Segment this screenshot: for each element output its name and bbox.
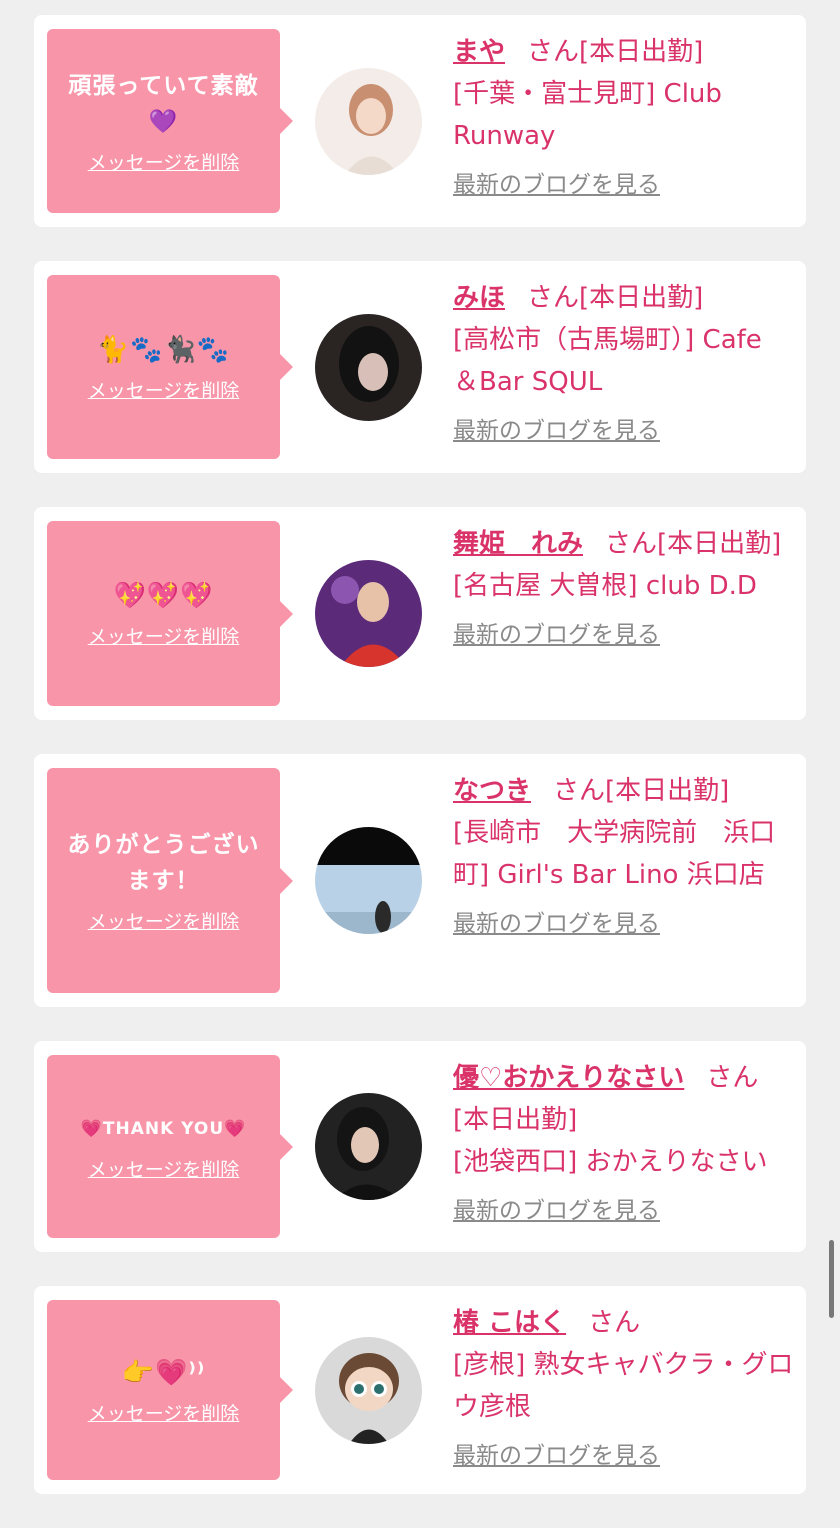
shop-text: [名古屋 大曽根] club D.D <box>453 571 757 601</box>
avatar[interactable] <box>315 827 422 934</box>
girl-info: まや さん[本日出勤] [千葉・富士見町] Club Runway 最新のブログを… <box>422 15 806 227</box>
shop-text: [高松市（古馬場町）] Cafe ＆Bar SQUL <box>453 325 762 397</box>
message-bubble: 頑張っていて素敵💜 メッセージを削除 <box>47 29 293 213</box>
shop-text: [千葉・富士見町] Club Runway <box>453 79 722 151</box>
message-bubble: ありがとうございます！ メッセージを削除 <box>47 768 293 993</box>
scrollbar[interactable] <box>829 1240 834 1318</box>
girl-name-link[interactable]: 椿 こはく <box>453 1308 566 1338</box>
girl-info: なつき さん[本日出勤] [長崎市 大学病院前 浜口町] Girl's Bar L… <box>422 754 806 1007</box>
san-label: さん <box>527 283 580 313</box>
shop-text: [長崎市 大学病院前 浜口町] Girl's Bar Lino 浜口店 <box>453 818 776 890</box>
girl-name-link[interactable]: みほ <box>453 283 505 313</box>
message-bubble-wrap: 💗THANK YOU💗 メッセージを削除 <box>47 1055 293 1238</box>
latest-blog-link[interactable]: 最新のブログを見る <box>453 413 794 449</box>
girl-card: 💗THANK YOU💗 メッセージを削除 優♡おかえりなさい さん [本日出勤] … <box>34 1041 806 1252</box>
delete-message-link[interactable]: メッセージを削除 <box>88 148 240 175</box>
girl-name-link[interactable]: 優♡おかえりなさい <box>453 1063 684 1093</box>
avatar[interactable] <box>315 1093 422 1200</box>
girl-info: みほ さん[本日出勤] [高松市（古馬場町）] Cafe ＆Bar SQUL 最新… <box>422 261 806 473</box>
message-bubble-wrap: 🐈🐾🐈‍⬛🐾 メッセージを削除 <box>47 275 293 459</box>
latest-blog-link[interactable]: 最新のブログを見る <box>453 167 794 203</box>
message-bubble: 💗THANK YOU💗 メッセージを削除 <box>47 1055 293 1238</box>
message-bubble-wrap: 💖💖💖 メッセージを削除 <box>47 521 293 706</box>
san-label: さん <box>553 776 606 806</box>
message-bubble: 💖💖💖 メッセージを削除 <box>47 521 293 706</box>
san-label: さん <box>527 37 580 67</box>
latest-blog-link[interactable]: 最新のブログを見る <box>453 617 794 653</box>
avatar[interactable] <box>315 560 422 667</box>
girl-card: 💖💖💖 メッセージを削除 舞姫 れみ さん[本日出勤] [名古屋 大曽根] clu… <box>34 507 806 720</box>
message-text: 💖💖💖 <box>113 581 214 611</box>
avatar-photo <box>315 67 422 175</box>
avatar-photo <box>315 560 422 667</box>
avatar[interactable] <box>315 313 422 421</box>
girl-info: 椿 こはく さん [彦根] 熟女キャバクラ・グロウ彦根 最新のブログを見る <box>422 1286 806 1494</box>
avatar-photo <box>315 1093 422 1200</box>
delete-message-link[interactable]: メッセージを削除 <box>88 1155 240 1182</box>
message-text: 頑張っていて素敵💜 <box>68 72 259 135</box>
message-bubble: 👉💗⁾⁾ メッセージを削除 <box>47 1300 293 1480</box>
message-bubble-wrap: ありがとうございます！ メッセージを削除 <box>47 768 293 993</box>
girl-card: ありがとうございます！ メッセージを削除 なつき さん[本日出勤] [長崎市 大学… <box>34 754 806 1007</box>
shop-text: [池袋西口] おかえりなさい <box>453 1147 768 1177</box>
avatar[interactable] <box>315 1336 422 1444</box>
girl-card: 👉💗⁾⁾ メッセージを削除 椿 こはく さん [彦根] 熟女キャバクラ・グロウ彦根… <box>34 1286 806 1494</box>
message-text: 🐈🐾🐈‍⬛🐾 <box>96 334 231 365</box>
girl-name-link[interactable]: 舞姫 れみ <box>453 529 583 559</box>
avatar-photo <box>315 1336 422 1444</box>
status-text: [本日出勤] <box>579 37 704 67</box>
message-bubble-wrap: 頑張っていて素敵💜 メッセージを削除 <box>47 29 293 213</box>
girl-info: 優♡おかえりなさい さん [本日出勤] [池袋西口] おかえりなさい 最新のブログ… <box>422 1041 806 1252</box>
message-text: 💗THANK YOU💗 <box>80 1119 247 1139</box>
delete-message-link[interactable]: メッセージを削除 <box>88 1399 240 1426</box>
san-label: さん <box>588 1308 641 1338</box>
delete-message-link[interactable]: メッセージを削除 <box>88 907 240 934</box>
message-bubble: 🐈🐾🐈‍⬛🐾 メッセージを削除 <box>47 275 293 459</box>
girl-name-link[interactable]: まや <box>453 37 505 67</box>
girl-card: 🐈🐾🐈‍⬛🐾 メッセージを削除 みほ さん[本日出勤] [高松市（古馬場町）] C… <box>34 261 806 473</box>
avatar-photo <box>315 313 422 421</box>
girl-info: 舞姫 れみ さん[本日出勤] [名古屋 大曽根] club D.D 最新のブログを… <box>422 507 806 720</box>
message-text: 👉💗⁾⁾ <box>121 1357 206 1388</box>
latest-blog-link[interactable]: 最新のブログを見る <box>453 906 794 942</box>
favorites-list: 頑張っていて素敵💜 メッセージを削除 まや さん[本日出勤] [千葉・富士見町] … <box>34 15 806 1528</box>
san-label: さん <box>605 529 658 559</box>
latest-blog-link[interactable]: 最新のブログを見る <box>453 1438 794 1474</box>
shop-text: [彦根] 熟女キャバクラ・グロウ彦根 <box>453 1350 794 1422</box>
avatar-photo <box>315 827 422 934</box>
delete-message-link[interactable]: メッセージを削除 <box>88 622 240 649</box>
status-text: [本日出勤] <box>453 1105 578 1135</box>
message-bubble-wrap: 👉💗⁾⁾ メッセージを削除 <box>47 1300 293 1480</box>
girl-card: 頑張っていて素敵💜 メッセージを削除 まや さん[本日出勤] [千葉・富士見町] … <box>34 15 806 227</box>
status-text: [本日出勤] <box>579 283 704 313</box>
san-label: さん <box>706 1063 759 1093</box>
delete-message-link[interactable]: メッセージを削除 <box>88 376 240 403</box>
girl-name-link[interactable]: なつき <box>453 776 531 806</box>
status-text: [本日出勤] <box>657 529 782 559</box>
avatar[interactable] <box>315 67 422 175</box>
message-text: ありがとうございます！ <box>67 832 260 894</box>
latest-blog-link[interactable]: 最新のブログを見る <box>453 1193 794 1229</box>
status-text: [本日出勤] <box>605 776 730 806</box>
